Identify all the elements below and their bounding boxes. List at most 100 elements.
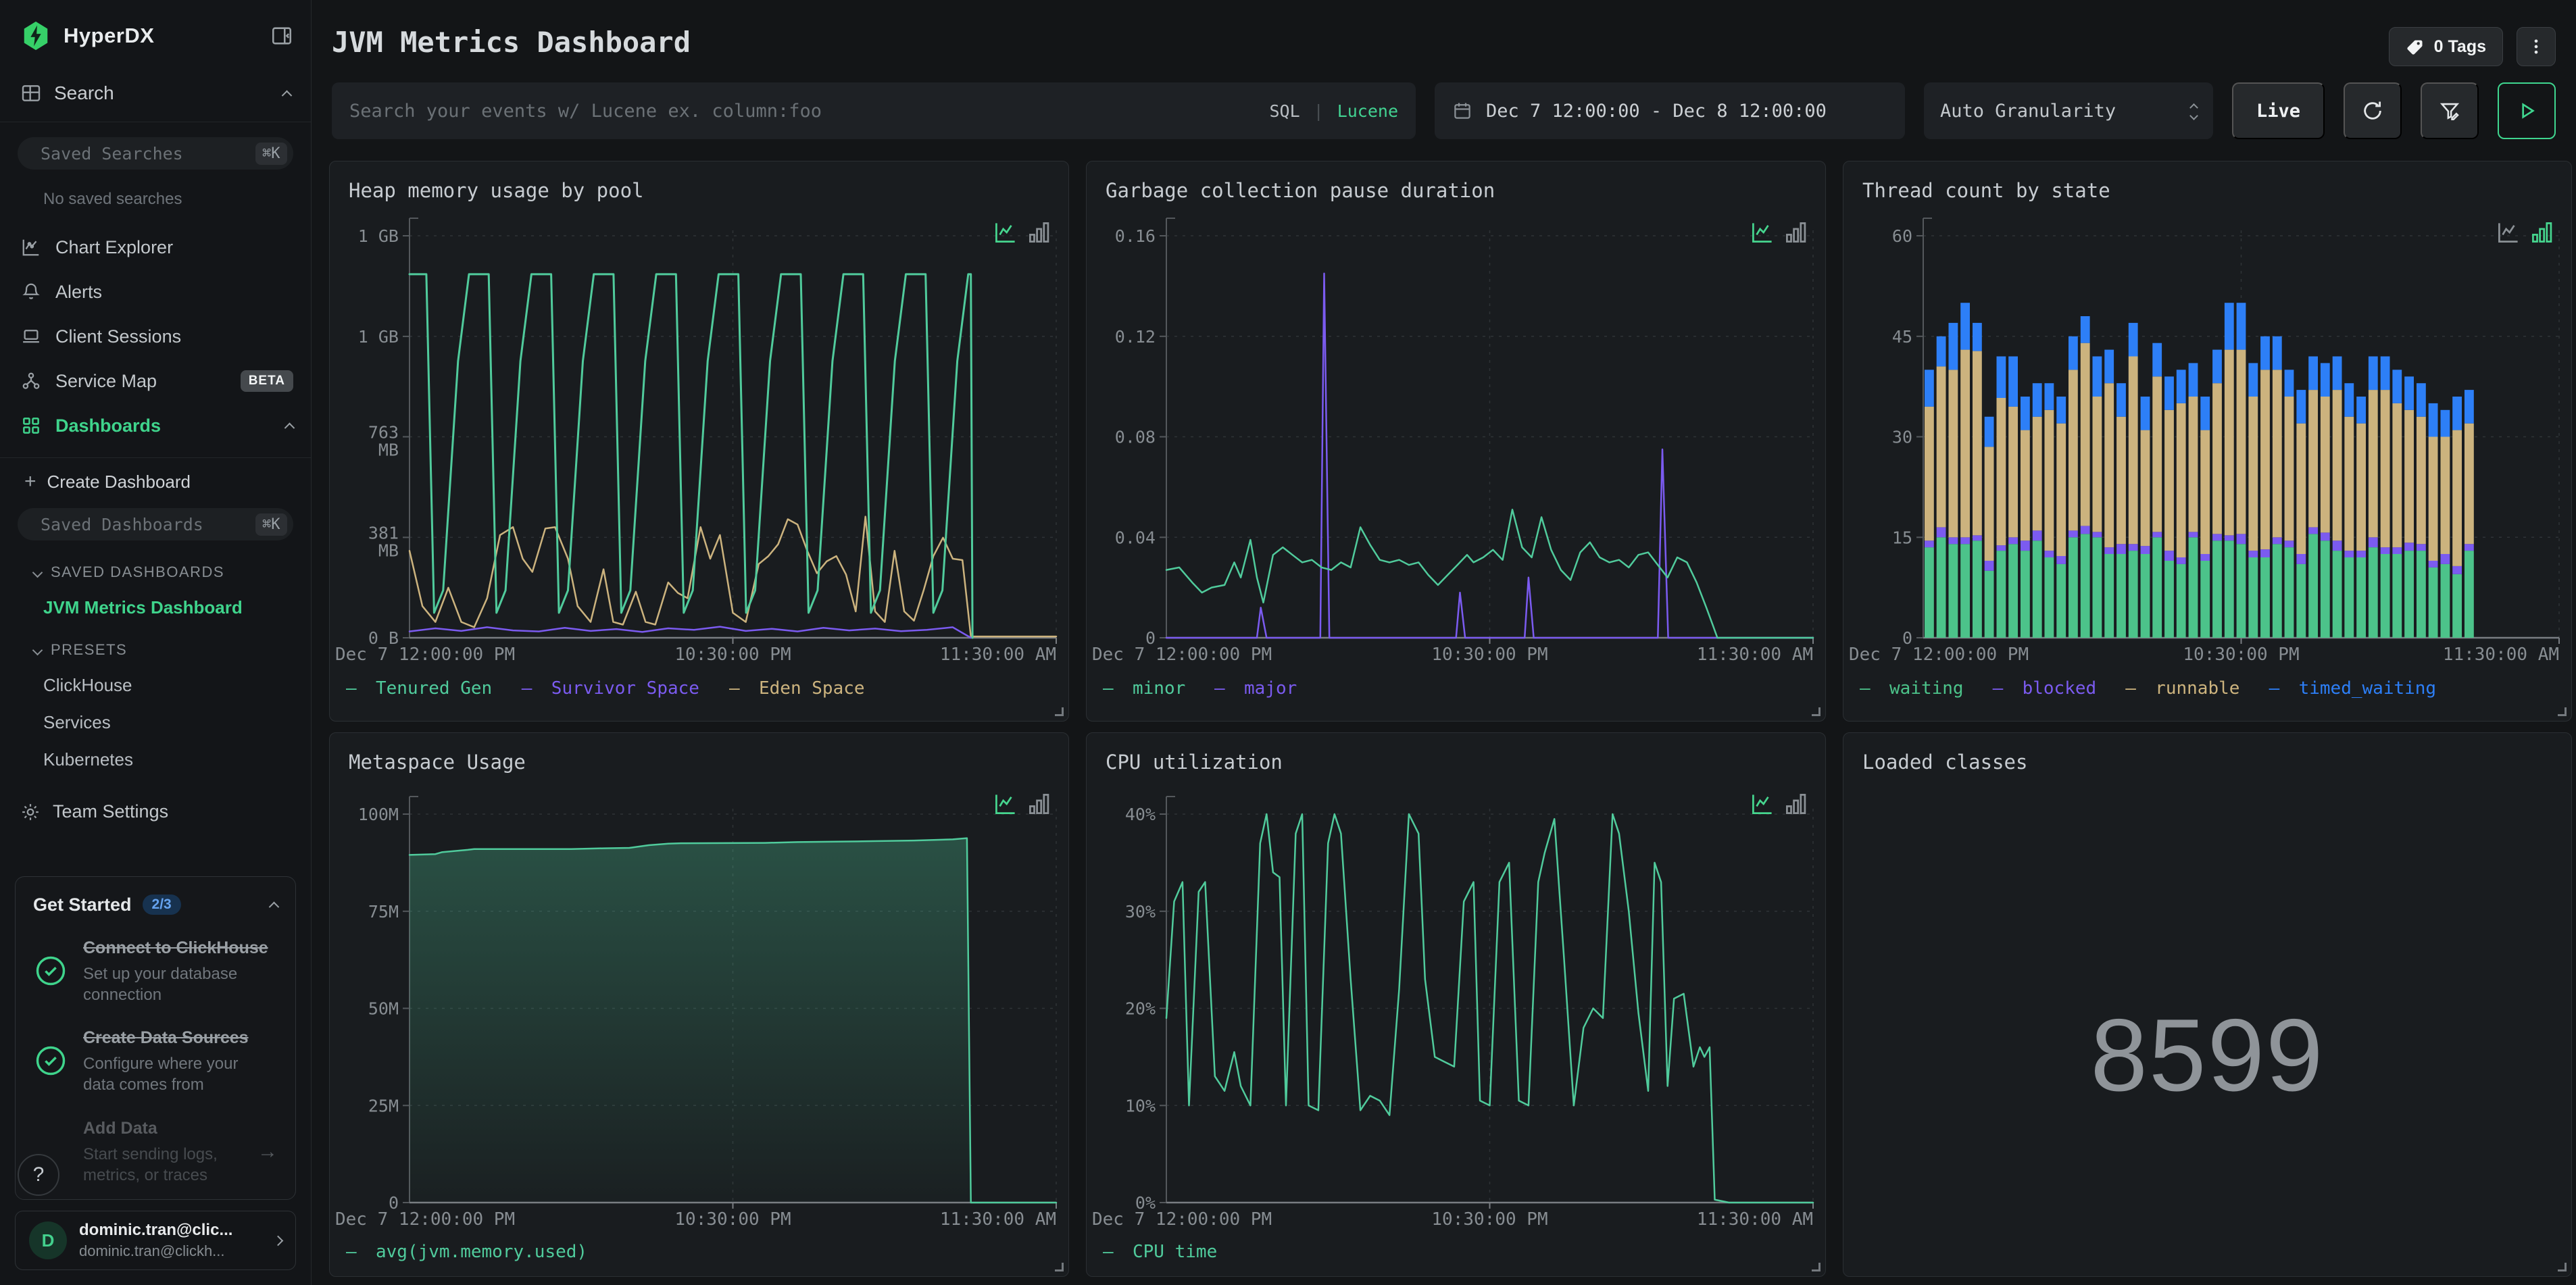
granularity-select[interactable]: Auto Granularity <box>1924 82 2213 139</box>
user-name: dominic.tran@clic... <box>79 1221 233 1239</box>
saved-dashboards-search[interactable]: ⌘K <box>18 508 293 540</box>
svg-text:11:30:00 AM: 11:30:00 AM <box>2443 645 2559 665</box>
svg-text:40%: 40% <box>1125 805 1156 824</box>
get-started-card: Get Started 2/3 Connect to ClickHouse Se… <box>15 876 296 1200</box>
tags-button[interactable]: 0 Tags <box>2388 27 2503 66</box>
arrow-right-icon: → <box>257 1140 278 1163</box>
bar-chart-icon[interactable] <box>1028 792 1051 815</box>
user-menu[interactable]: D dominic.tran@clic... dominic.tran@clic… <box>15 1211 296 1270</box>
svg-text:Dec 7 12:00:00 PM: Dec 7 12:00:00 PM <box>335 1209 515 1230</box>
svg-text:—: — <box>1214 678 1225 699</box>
svg-text:11:30:00 AM: 11:30:00 AM <box>1697 645 1813 665</box>
svg-text:Dec 7 12:00:00 PM: Dec 7 12:00:00 PM <box>1092 645 1272 665</box>
saved-dashboards-section-toggle[interactable]: SAVED DASHBOARDS <box>32 563 311 581</box>
refresh-icon <box>2364 101 2381 120</box>
svg-text:Eden Space: Eden Space <box>759 678 865 699</box>
line-chart-icon[interactable] <box>994 792 1017 815</box>
bar-chart-icon[interactable] <box>1785 221 1808 244</box>
help-button[interactable]: ? <box>18 1154 59 1196</box>
live-button[interactable]: Live <box>2232 82 2325 139</box>
refresh-button[interactable] <box>2344 82 2402 139</box>
sidebar-item-dashboards[interactable]: Dashboards <box>0 403 311 448</box>
chart-mode-toggle <box>994 221 1051 244</box>
get-started-progress-badge: 2/3 <box>142 895 181 915</box>
line-chart-icon[interactable] <box>2497 221 2520 244</box>
event-search-box: SQL | Lucene <box>332 82 1416 139</box>
select-chevrons-icon <box>2189 103 2198 120</box>
sidebar-item-team-settings[interactable]: Team Settings <box>0 801 311 822</box>
chart-canvas[interactable]: 1 GB 1 GB 763 MB 381 MB 0 B Dec 7 12:00:00 PM 10… <box>330 202 1068 721</box>
line-chart-icon[interactable] <box>1751 792 1774 815</box>
chart-canvas[interactable]: 100M 75M 50M 25M 0 Dec 7 12:00:00 PM 10:30:00 … <box>330 774 1068 1276</box>
saved-searches-input[interactable] <box>41 143 255 163</box>
chart-canvas[interactable]: 0.16 0.12 0.08 0.04 0 Dec 7 12:00:00 PM 10:30:… <box>1087 202 1825 721</box>
panel-resize-handle[interactable] <box>2558 1263 2567 1271</box>
loaded-classes-value: 8599 <box>2090 998 2325 1113</box>
sidebar-item-services[interactable]: Services <box>43 712 311 733</box>
sidebar-item-chart-explorer[interactable]: Chart Explorer <box>0 225 311 270</box>
svg-text:—: — <box>2269 678 2280 699</box>
sql-toggle[interactable]: SQL <box>1269 101 1299 121</box>
svg-text:10:30:00 PM: 10:30:00 PM <box>1431 1209 1547 1230</box>
check-circle-icon <box>33 1028 68 1095</box>
saved-dashboards-input[interactable] <box>41 514 255 534</box>
sidebar-item-alerts[interactable]: Client Sessions Alerts <box>0 270 311 314</box>
sidebar-item-jvm-dashboard[interactable]: JVM Metrics Dashboard <box>43 597 311 618</box>
create-dashboard-label: Create Dashboard <box>47 471 191 492</box>
time-range-picker[interactable]: Dec 7 12:00:00 - Dec 8 12:00:00 <box>1435 82 1905 139</box>
sidebar-item-client-sessions[interactable]: Client Sessions <box>0 314 311 359</box>
bar-chart-icon[interactable] <box>2531 221 2554 244</box>
chevron-up-icon[interactable] <box>281 90 293 101</box>
panel-cpu: CPU utilization 40% 30% 20% 10% 0% Dec 7 12:0… <box>1086 732 1826 1277</box>
event-search-input[interactable] <box>349 100 1256 122</box>
dashboard-menu-button[interactable] <box>2517 27 2556 66</box>
svg-text:30: 30 <box>1892 428 1912 447</box>
sidebar-item-clickhouse[interactable]: ClickHouse <box>43 675 311 696</box>
sidebar-collapse-icon[interactable] <box>270 24 293 47</box>
search-section-label: Search <box>54 82 114 103</box>
svg-text:Survivor Space: Survivor Space <box>551 678 699 699</box>
line-chart-icon[interactable] <box>1751 221 1774 244</box>
svg-text:0.04: 0.04 <box>1115 528 1156 547</box>
plus-icon: + <box>24 470 36 493</box>
panel-resize-handle[interactable] <box>1055 707 1064 716</box>
create-dashboard-button[interactable]: + Create Dashboard <box>0 457 311 493</box>
step-title: Add Data <box>83 1118 157 1138</box>
lucene-toggle[interactable]: Lucene <box>1337 101 1398 121</box>
panel-resize-handle[interactable] <box>1812 707 1820 716</box>
panel-resize-handle[interactable] <box>2558 707 2567 716</box>
filter-button[interactable] <box>2421 82 2479 139</box>
bar-chart-icon[interactable] <box>1785 792 1808 815</box>
sidebar-item-service-map[interactable]: Service Map BETA <box>0 359 311 403</box>
svg-text:CPU time: CPU time <box>1133 1242 1217 1262</box>
get-started-step-add-data[interactable]: Add Data Start sending logs, metrics, or… <box>33 1119 278 1186</box>
get-started-step-connect[interactable]: Connect to ClickHouse Set up your databa… <box>33 938 278 1005</box>
chevron-down-icon <box>32 645 43 655</box>
saved-searches-search[interactable]: ⌘K <box>18 137 293 170</box>
chart-canvas[interactable]: 60 45 30 15 0 Dec 7 12:00:00 PM 10:30:00 PM 11:… <box>1843 202 2571 721</box>
panel-resize-handle[interactable] <box>1055 1263 1064 1271</box>
filter-edit-icon <box>2439 103 2460 121</box>
avatar: D <box>29 1221 67 1259</box>
get-started-header[interactable]: Get Started 2/3 <box>33 894 280 915</box>
service-map-icon <box>20 371 42 391</box>
sidebar-item-label: Dashboards <box>55 415 162 436</box>
gear-icon <box>22 803 39 820</box>
sidebar-item-search[interactable]: Search <box>0 51 311 104</box>
presets-section-toggle[interactable]: PRESETS <box>32 641 311 659</box>
chart-canvas[interactable]: 40% 30% 20% 10% 0% Dec 7 12:00:00 PM 10:30:00 … <box>1087 774 1825 1276</box>
beta-badge: BETA <box>240 370 293 392</box>
run-query-button[interactable] <box>2498 82 2556 139</box>
get-started-title: Get Started <box>33 894 132 915</box>
chevron-up-icon[interactable] <box>284 422 295 433</box>
app-logo-text: HyperDX <box>64 24 155 47</box>
svg-text:45: 45 <box>1892 327 1912 347</box>
sidebar-item-kubernetes[interactable]: Kubernetes <box>43 749 311 770</box>
line-chart-icon[interactable] <box>994 221 1017 244</box>
time-range-value: Dec 7 12:00:00 - Dec 8 12:00:00 <box>1486 100 1827 122</box>
get-started-step-sources[interactable]: Create Data Sources Configure where your… <box>33 1028 278 1095</box>
chevron-up-icon[interactable] <box>268 901 280 912</box>
svg-text:0.08: 0.08 <box>1115 428 1156 447</box>
panel-resize-handle[interactable] <box>1812 1263 1820 1271</box>
bar-chart-icon[interactable] <box>1028 221 1051 244</box>
